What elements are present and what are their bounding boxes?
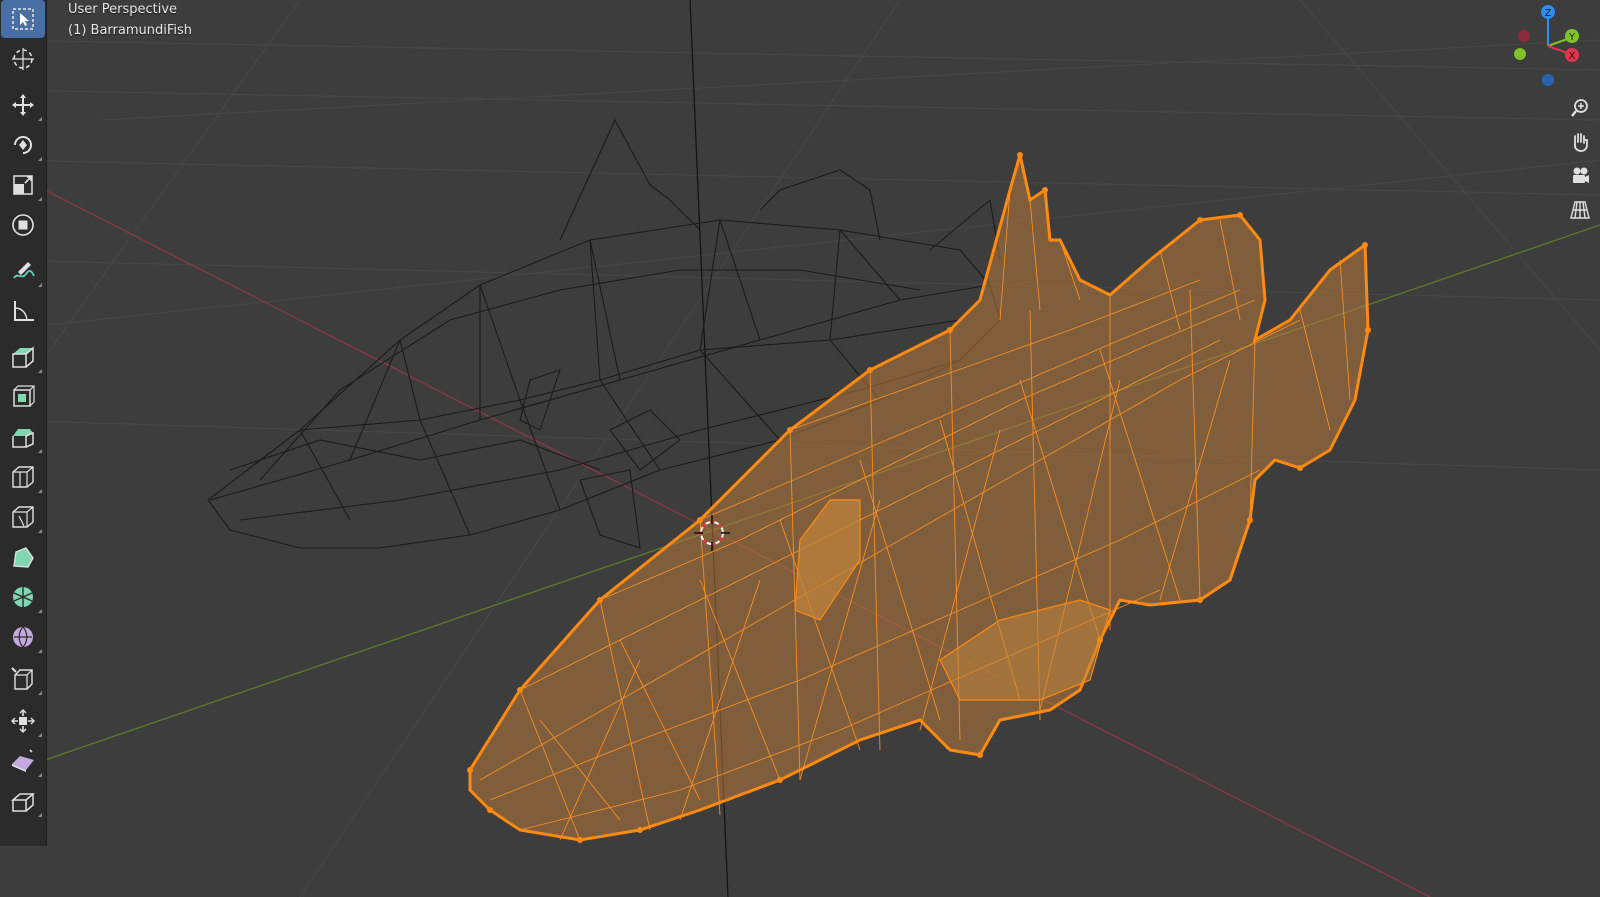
zoom-icon <box>1571 99 1588 117</box>
smooth-icon <box>13 626 33 648</box>
rotate-icon <box>14 136 32 154</box>
edge-slide-tool[interactable] <box>1 660 45 698</box>
transform-icon <box>12 214 34 236</box>
loop-cut-icon <box>12 466 34 488</box>
move-icon <box>12 94 34 116</box>
tool-shelf <box>0 0 47 846</box>
y-axis-label: Y <box>1568 32 1576 43</box>
camera-icon <box>1573 167 1589 183</box>
shear-icon <box>12 749 34 772</box>
transform-tool[interactable] <box>1 206 45 244</box>
neg-z-axis-handle[interactable] <box>1542 74 1554 86</box>
measure-tool[interactable] <box>1 292 45 330</box>
rip-region-tool[interactable] <box>1 782 45 820</box>
edge-slide-icon <box>11 667 33 690</box>
inset-faces-tool[interactable] <box>1 378 45 416</box>
extrude-region-tool[interactable] <box>1 338 45 376</box>
3d-viewport[interactable] <box>0 0 1600 897</box>
pan-hand-icon <box>1574 133 1588 152</box>
rip-region-icon <box>10 793 36 812</box>
loop-cut-tool[interactable] <box>1 458 45 496</box>
poly-build-icon <box>13 547 34 568</box>
select-box-tool[interactable] <box>1 0 45 38</box>
view-name-label: User Perspective <box>68 2 178 17</box>
rotate-tool[interactable] <box>1 126 45 164</box>
neg-x-axis-handle[interactable] <box>1518 30 1530 42</box>
move-tool[interactable] <box>1 86 45 124</box>
spin-tool[interactable] <box>1 578 45 616</box>
spin-icon <box>13 587 33 607</box>
inset-faces-icon <box>13 385 35 407</box>
shrink-fatten-icon <box>11 709 35 733</box>
bevel-icon <box>12 429 34 448</box>
shrink-fatten-tool[interactable] <box>1 702 45 740</box>
shear-tool[interactable] <box>1 742 45 780</box>
select-box-icon <box>12 8 34 30</box>
camera-view-button[interactable] <box>1564 160 1596 192</box>
zoom-button[interactable] <box>1564 92 1596 124</box>
active-object-label: (1) BarramundiFish <box>68 23 193 38</box>
annotate-tool[interactable] <box>1 252 45 290</box>
perspective-toggle-button[interactable] <box>1564 194 1596 226</box>
knife-icon <box>12 506 34 528</box>
navigation-gizmo[interactable]: Z Y X <box>1496 0 1600 94</box>
smooth-tool[interactable] <box>1 618 45 656</box>
neg-y-axis-handle[interactable] <box>1514 48 1526 60</box>
cursor-tool[interactable] <box>1 40 45 78</box>
annotate-icon <box>13 262 35 279</box>
cursor-icon <box>12 48 34 70</box>
pan-button[interactable] <box>1564 126 1596 158</box>
perspective-grid-icon <box>1570 201 1590 219</box>
selected-fish-mesh[interactable] <box>467 152 1371 843</box>
knife-tool[interactable] <box>1 498 45 536</box>
measure-icon <box>14 301 34 321</box>
viewport-canvas[interactable] <box>0 0 1600 897</box>
bevel-tool[interactable] <box>1 418 45 456</box>
poly-build-tool[interactable] <box>1 538 45 576</box>
x-axis-label: X <box>1569 51 1576 62</box>
scale-tool[interactable] <box>1 166 45 204</box>
z-axis-label: Z <box>1545 8 1552 19</box>
extrude-region-icon <box>12 346 34 368</box>
scale-icon <box>13 175 33 195</box>
